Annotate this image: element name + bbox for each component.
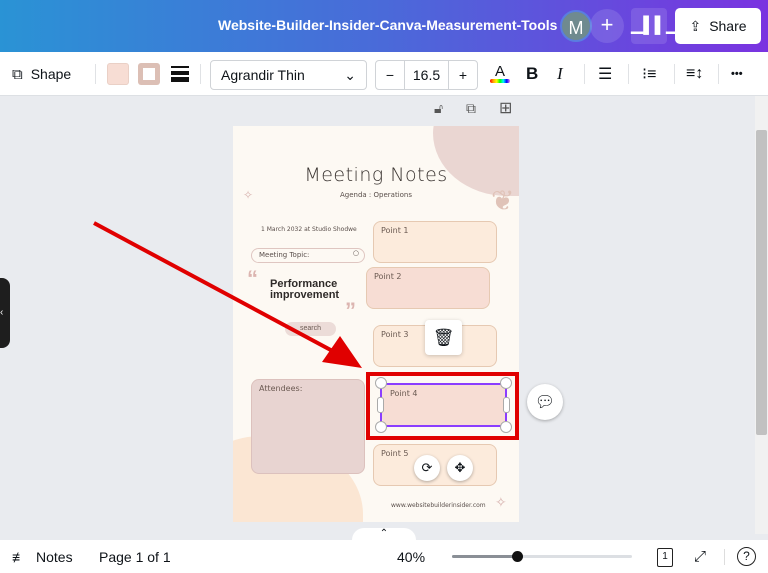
vertical-scrollbar[interactable] (755, 96, 768, 534)
notes-icon: ≢ (12, 548, 26, 565)
zoom-level[interactable]: 40% (397, 540, 425, 573)
notes-button[interactable]: ≢ Notes (12, 540, 73, 573)
zoom-slider-knob[interactable] (511, 551, 523, 562)
fullscreen-icon[interactable]: ⤢ (694, 540, 706, 573)
scroll-thumb[interactable] (756, 130, 767, 435)
side-panel-toggle[interactable]: ‹ (0, 278, 10, 348)
page-indicator: Page 1 of 1 (99, 548, 171, 565)
page-grid-button[interactable]: 1 (657, 548, 673, 567)
footer-bar: ≢ Notes Page 1 of 1 40% 1 ⤢ ? (0, 540, 768, 573)
annotation-arrow (93, 221, 362, 368)
notes-label: Notes (36, 548, 73, 565)
zoom-slider[interactable] (452, 551, 632, 562)
help-button[interactable]: ? (737, 547, 756, 566)
divider (724, 549, 725, 565)
